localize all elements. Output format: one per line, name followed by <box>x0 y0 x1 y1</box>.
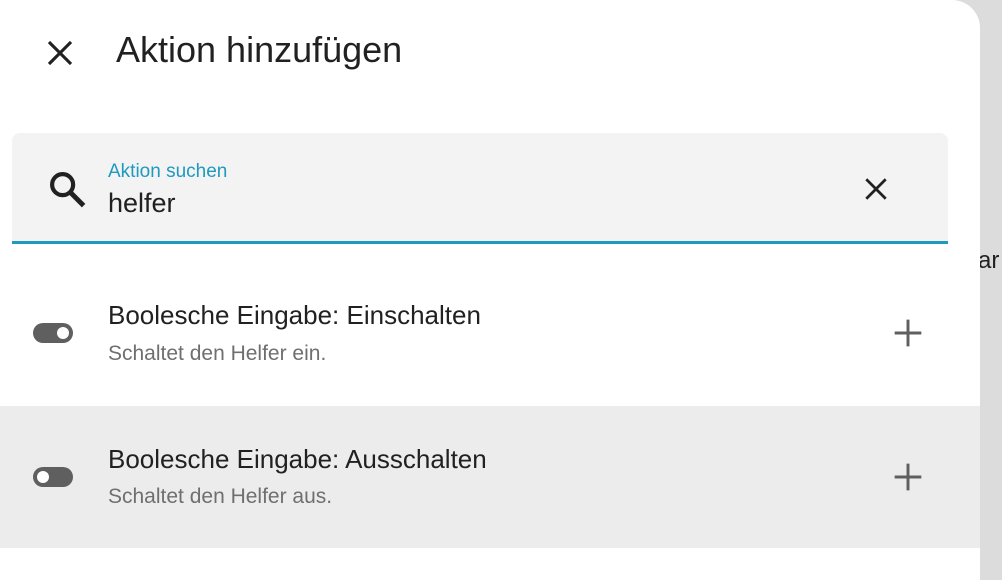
background-page-text: ar <box>978 247 1000 274</box>
result-item-turn-off[interactable]: Boolesche Eingabe: Ausschalten Schaltet … <box>0 406 980 548</box>
search-input[interactable] <box>108 185 808 221</box>
result-title: Boolesche Eingabe: Ausschalten <box>108 444 487 474</box>
search-label: Aktion suchen <box>108 161 228 182</box>
add-action-button[interactable] <box>886 311 930 355</box>
add-action-button[interactable] <box>886 455 930 499</box>
plus-icon <box>894 463 922 491</box>
toggle-switch-off-icon <box>33 467 73 487</box>
result-item-turn-on[interactable]: Boolesche Eingabe: Einschalten Schaltet … <box>0 263 980 405</box>
add-action-dialog: Aktion hinzufügen Aktion suchen Boolesch… <box>0 0 980 580</box>
close-icon <box>47 40 73 66</box>
result-subtitle: Schaltet den Helfer aus. <box>108 485 333 508</box>
close-icon <box>865 178 887 200</box>
plus-icon <box>894 319 922 347</box>
close-dialog-button[interactable] <box>30 33 90 73</box>
result-title: Boolesche Eingabe: Einschalten <box>108 300 481 330</box>
search-icon <box>50 172 86 208</box>
dialog-title: Aktion hinzufügen <box>116 29 403 70</box>
toggle-switch-on-icon <box>33 323 73 343</box>
clear-search-button[interactable] <box>852 166 900 212</box>
result-subtitle: Schaltet den Helfer ein. <box>108 342 327 365</box>
